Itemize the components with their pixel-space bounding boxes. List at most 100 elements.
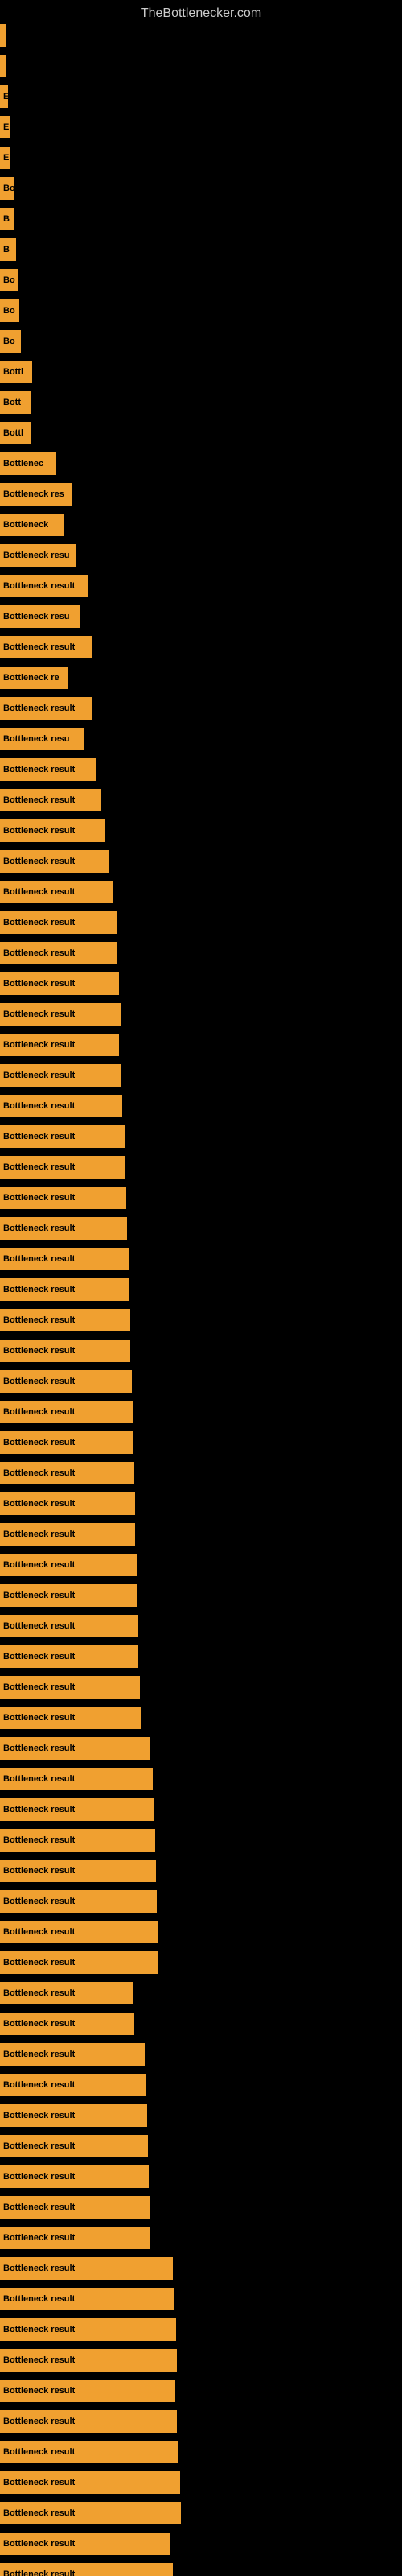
bar-item: Bottleneck result	[0, 1798, 154, 1821]
bar-item: Bottleneck result	[0, 1707, 141, 1729]
bar-label: Bottleneck result	[3, 2386, 75, 2396]
bar-label: Bottleneck result	[3, 857, 75, 866]
bar-label: Bottleneck result	[3, 1499, 75, 1509]
bar-label: B	[3, 245, 10, 254]
bar-item: Bottleneck result	[0, 2349, 177, 2372]
bar-label: Bottlenec	[3, 459, 43, 469]
bar-item: Bottleneck result	[0, 2318, 176, 2341]
bar-item: Bottleneck result	[0, 2074, 146, 2096]
bar-label: Bottl	[3, 428, 23, 438]
bar-item: Bottleneck result	[0, 1370, 132, 1393]
bar-label: Bo	[3, 336, 15, 346]
bar-item: E	[0, 147, 10, 169]
bar-label: Bottleneck result	[3, 2233, 75, 2243]
bar-label: Bottleneck result	[3, 2478, 75, 2487]
bar-label: Bottleneck result	[3, 1988, 75, 1998]
bar-label: Bottl	[3, 367, 23, 377]
bar-label: Bottleneck resu	[3, 551, 70, 560]
bar-label: Bottleneck result	[3, 1438, 75, 1447]
bar-label: Bottleneck result	[3, 1377, 75, 1386]
bar-item: Bottleneck	[0, 514, 64, 536]
bar-label: Bottleneck result	[3, 948, 75, 958]
bar-item	[0, 55, 6, 77]
bar-item: Bottleneck result	[0, 1829, 155, 1852]
bar-item: Bottleneck result	[0, 819, 105, 842]
bar-item: Bottleneck result	[0, 2441, 178, 2463]
bar-item: Bottleneck result	[0, 1951, 158, 1974]
bar-item: Bottleneck result	[0, 1309, 130, 1331]
bar-label: Bottleneck result	[3, 1591, 75, 1600]
bar-label: Bottleneck result	[3, 1805, 75, 1814]
bar-item: Bottleneck result	[0, 2288, 174, 2310]
bar-item: Bo	[0, 177, 14, 200]
bar-item: Bottleneck result	[0, 2380, 175, 2402]
bar-item: Bottleneck result	[0, 636, 92, 658]
bar-label: Bottleneck resu	[3, 734, 70, 744]
bar-label: Bottleneck result	[3, 704, 75, 713]
bar-item: Bottleneck result	[0, 575, 88, 597]
bar-item: Bottleneck result	[0, 2257, 173, 2280]
bar-label: Bottleneck result	[3, 2202, 75, 2212]
bar-item: Bottleneck result	[0, 1737, 150, 1760]
bar-item: Bottleneck result	[0, 1615, 138, 1637]
bar-label: Bottleneck result	[3, 1744, 75, 1753]
bar-item: Bottleneck result	[0, 1401, 133, 1423]
bar-item: E	[0, 85, 8, 108]
bar-item: Bottleneck result	[0, 2471, 180, 2494]
bar-label: Bottleneck result	[3, 2447, 75, 2457]
bar-item: Bottleneck result	[0, 1768, 153, 1790]
bar-item: Bottleneck result	[0, 1890, 157, 1913]
bar-item: Bottleneck result	[0, 1982, 133, 2004]
bar-item: Bottleneck result	[0, 789, 100, 811]
bar-label: Bottleneck result	[3, 1958, 75, 1967]
bar-label: Bottleneck result	[3, 2325, 75, 2334]
bar-item: Bottleneck result	[0, 1340, 130, 1362]
bar-label: E	[3, 122, 9, 132]
bar-label: Bottleneck result	[3, 1713, 75, 1723]
bar-item: Bo	[0, 299, 19, 322]
bar-item: Bottleneck result	[0, 881, 113, 903]
bar-label: Bottleneck result	[3, 1866, 75, 1876]
bar-item: Bo	[0, 269, 18, 291]
bar-item: B	[0, 238, 16, 261]
bar-item: Bottl	[0, 422, 31, 444]
bar-label: Bottleneck result	[3, 1101, 75, 1111]
bar-label: Bottleneck result	[3, 1621, 75, 1631]
bar-item: Bottlenec	[0, 452, 56, 475]
bar-item: Bottleneck result	[0, 697, 92, 720]
bar-label: Bottleneck re	[3, 673, 59, 683]
bar-item: E	[0, 116, 10, 138]
bar-label: E	[3, 92, 8, 101]
bar-label: Bottleneck result	[3, 2417, 75, 2426]
bar-label: Bottleneck result	[3, 2111, 75, 2120]
bar-item	[0, 24, 6, 47]
bar-item: Bottleneck result	[0, 2502, 181, 2524]
bar-item: Bottleneck result	[0, 1064, 121, 1087]
bar-item: Bottleneck result	[0, 2043, 145, 2066]
bar-item: Bottleneck resu	[0, 544, 76, 567]
bar-label: Bottleneck result	[3, 2355, 75, 2365]
bar-item: Bottleneck result	[0, 758, 96, 781]
bar-item: Bottleneck result	[0, 1125, 125, 1148]
bar-label: Bottleneck result	[3, 581, 75, 591]
bar-label: Bottleneck result	[3, 918, 75, 927]
bar-item: Bottleneck result	[0, 1921, 158, 1943]
bar-label: Bottleneck result	[3, 979, 75, 989]
bar-label: Bottleneck result	[3, 1407, 75, 1417]
site-title: TheBottlenecker.com	[0, 0, 402, 24]
bar-item: Bottleneck result	[0, 1860, 156, 1882]
bar-item: Bottleneck result	[0, 2013, 134, 2035]
bar-item: Bottleneck result	[0, 1584, 137, 1607]
bar-label: Bottleneck res	[3, 489, 64, 499]
bar-item: Bottleneck result	[0, 1462, 134, 1484]
bar-label: Bo	[3, 275, 15, 285]
bar-item: Bottleneck result	[0, 2196, 150, 2219]
bar-item: Bottleneck result	[0, 1523, 135, 1546]
bar-item: Bottleneck result	[0, 1187, 126, 1209]
bar-label: Bottleneck result	[3, 1560, 75, 1570]
bar-item: Bottleneck result	[0, 2410, 177, 2433]
bar-label: Bottleneck result	[3, 1315, 75, 1325]
bar-label: Bottleneck result	[3, 1009, 75, 1019]
bar-item: Bottleneck result	[0, 2165, 149, 2188]
bar-label: Bottleneck result	[3, 1193, 75, 1203]
